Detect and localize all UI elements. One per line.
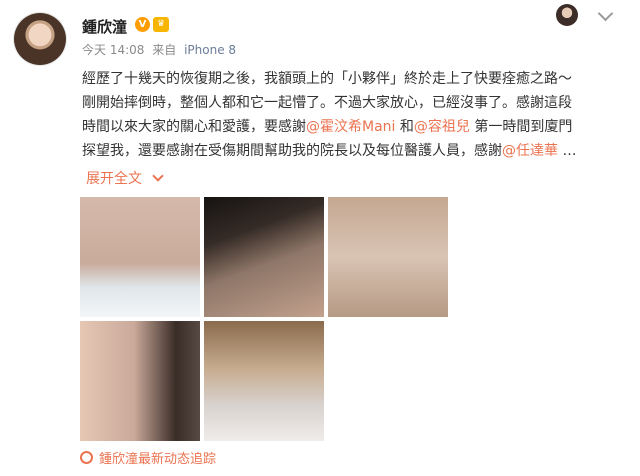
user-mention-link[interactable]: @任達華 — [502, 143, 558, 159]
post-photo[interactable] — [80, 197, 200, 317]
crown-badge-icon: ♛ — [153, 17, 169, 32]
post-text-segment: 剛開始摔倒時，整個人都和它一起懵了。不過大家放心，已經沒事了。感謝這段 — [82, 95, 572, 111]
post-device[interactable]: iPhone 8 — [184, 43, 236, 57]
post-text-segment: 經歷了十幾天的恢復期之後，我額頭上的「小夥伴」終於走上了快要痊癒之路～ — [82, 71, 572, 87]
post-text-segment: 第一時間到廈門 — [469, 119, 573, 135]
user-mention-link[interactable]: @容祖兒 — [414, 119, 470, 135]
post-photo[interactable] — [204, 321, 324, 441]
post-photo[interactable] — [80, 321, 200, 441]
user-mention-link[interactable]: @霍汶希Mani — [306, 119, 395, 135]
topic-link-label: 鍾欣潼最新动态追踪 — [99, 452, 217, 467]
post-text-line: 時間以來大家的關心和愛護，要感謝@霍汶希Mani 和@容祖兒 第一時間到廈門 — [82, 115, 632, 139]
post-text: 經歷了十幾天的恢復期之後，我額頭上的「小夥伴」終於走上了快要痊癒之路～ 剛開始摔倒… — [82, 67, 632, 163]
post-text-line: 剛開始摔倒時，整個人都和它一起懵了。不過大家放心，已經沒事了。感謝這段 — [82, 91, 632, 115]
avatar[interactable] — [14, 13, 66, 65]
post-text-line: 經歷了十幾天的恢復期之後，我額頭上的「小夥伴」終於走上了快要痊癒之路～ — [82, 67, 632, 91]
post-text-line: 探望我，還要感謝在受傷期間幫助我的院長以及每位醫護人員，感謝@任達華 … — [82, 139, 632, 163]
user-name[interactable]: 鍾欣潼 — [82, 16, 127, 37]
post-photo[interactable] — [204, 197, 324, 317]
account-avatar-icon[interactable] — [556, 4, 578, 26]
source-prefix: 来自 — [152, 43, 177, 57]
expand-full-text-button[interactable]: 展开全文 — [86, 168, 164, 188]
chevron-down-icon[interactable] — [597, 5, 614, 22]
post-time[interactable]: 今天 14:08 — [82, 43, 144, 57]
verified-badge-icon: V — [135, 17, 150, 32]
follow-icon — [80, 451, 93, 464]
post-text-segment: 時間以來大家的關心和愛護，要感謝 — [82, 119, 306, 135]
topic-link[interactable]: 鍾欣潼最新动态追踪 — [80, 448, 216, 467]
expand-label: 展开全文 — [86, 171, 142, 187]
weibo-post-card: 鍾欣潼 V ♛ 今天 14:08 来自 iPhone 8 經歷了十幾天的恢復期之… — [0, 0, 640, 476]
chevron-down-icon — [152, 170, 164, 182]
post-photo[interactable] — [328, 197, 448, 317]
post-text-segment: 和 — [395, 119, 414, 135]
post-text-segment: … — [558, 143, 577, 159]
post-meta: 今天 14:08 来自 iPhone 8 — [82, 41, 240, 58]
post-text-segment: 探望我，還要感謝在受傷期間幫助我的院長以及每位醫護人員，感謝 — [82, 143, 502, 159]
